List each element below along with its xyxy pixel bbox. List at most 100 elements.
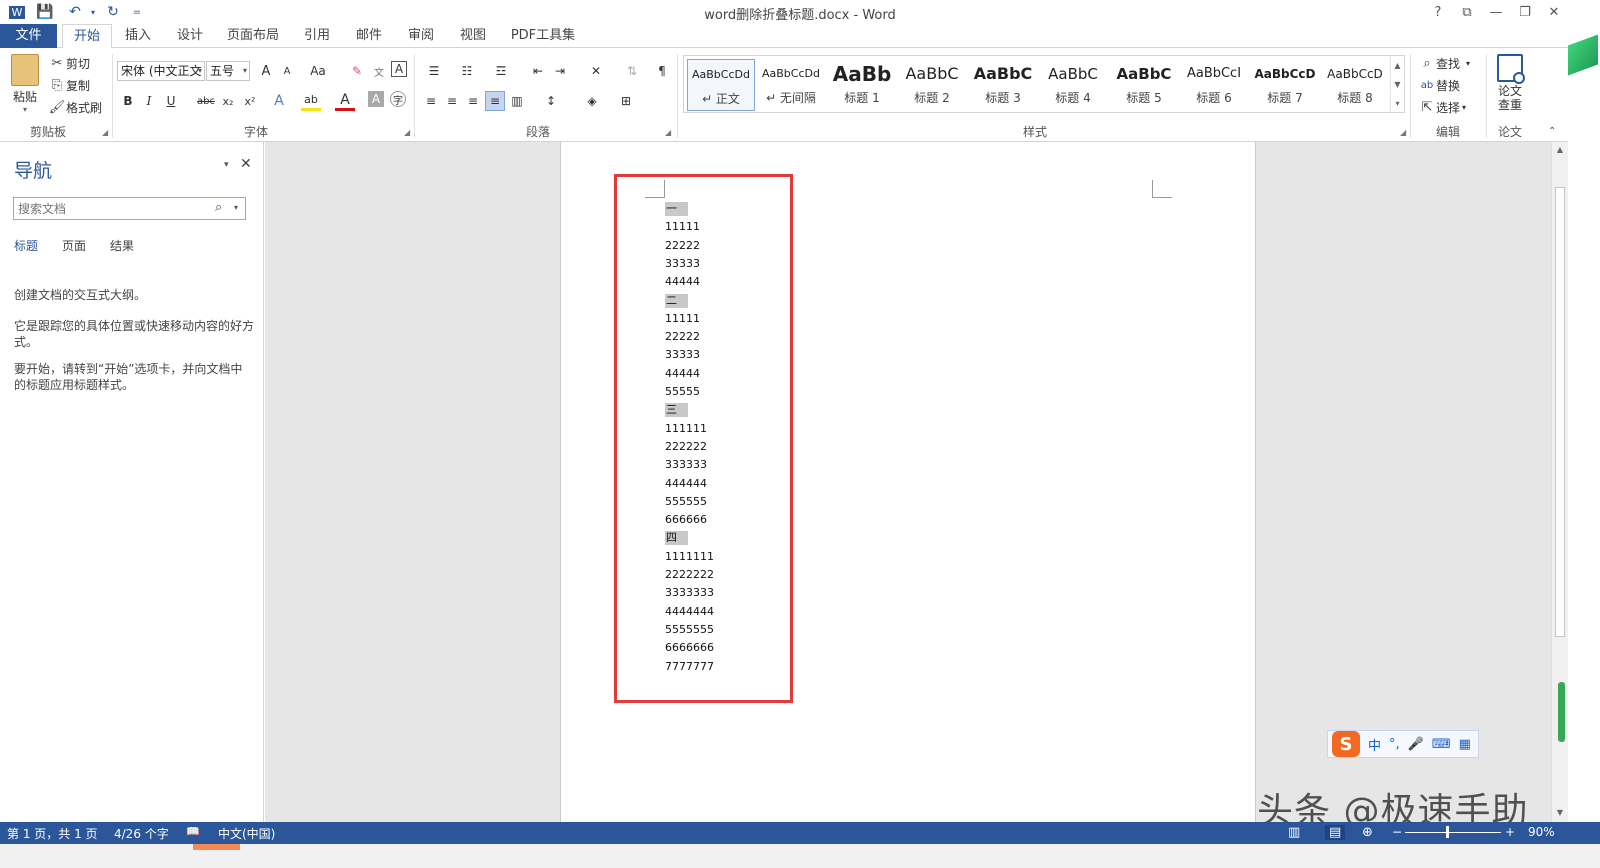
nav-tab-results[interactable]: 结果 [110, 237, 134, 254]
help-button[interactable]: ? [1424, 1, 1452, 23]
borders-button[interactable]: ⊞ [613, 91, 639, 111]
highlight-color-button[interactable]: ab [301, 91, 321, 111]
tab-home[interactable]: 开始 [62, 24, 112, 49]
read-mode-icon[interactable]: ▥ [1288, 825, 1300, 840]
style-heading-6[interactable]: AaBbCcI 标题 6 [1180, 59, 1248, 111]
keyboard-icon[interactable]: ⌨ [1432, 737, 1451, 752]
tab-page-layout[interactable]: 页面布局 [222, 24, 284, 48]
close-button[interactable]: ✕ [1540, 1, 1568, 23]
tab-file[interactable]: 文件 [0, 24, 57, 48]
scroll-up-arrow-icon[interactable]: ▲ [1552, 142, 1568, 158]
search-dropdown-icon[interactable]: ▾ [234, 203, 238, 212]
zoom-level[interactable]: 90% [1528, 825, 1555, 839]
justify-button[interactable]: ≡ [485, 91, 505, 111]
collapse-ribbon-icon[interactable]: ⌃ [1548, 126, 1556, 137]
tab-mailings[interactable]: 邮件 [349, 24, 389, 48]
body-line[interactable]: 4444444 [665, 605, 714, 619]
body-line[interactable]: 33333 [665, 348, 700, 362]
font-size-combo[interactable]: 五号 ▾ [206, 61, 250, 81]
grow-font-button[interactable]: A [256, 61, 276, 81]
copy-button[interactable]: ⎘ 复制 [48, 76, 90, 94]
styles-launcher-icon[interactable]: ◢ [1400, 128, 1406, 137]
style-heading-4[interactable]: AaBbC 标题 4 [1039, 59, 1107, 111]
ime-toolbar[interactable]: S 中 °, 🎤 ⌨ ▦ [1327, 730, 1479, 758]
line-spacing-button[interactable]: ↕ [538, 91, 564, 111]
body-line[interactable]: 444444 [665, 477, 707, 491]
word-count-status[interactable]: 4/26 个字 [114, 825, 169, 842]
bold-button[interactable]: B [118, 91, 138, 111]
search-icon[interactable]: ⌕ [215, 200, 222, 215]
nav-close-icon[interactable]: ✕ [240, 156, 252, 172]
align-left-button[interactable]: ≡ [421, 91, 441, 111]
minimize-button[interactable]: — [1482, 1, 1510, 23]
style-normal[interactable]: AaBbCcDd ↵ 正文 [687, 59, 755, 111]
vertical-scrollbar[interactable]: ▲ ▼ [1551, 142, 1568, 822]
body-line[interactable]: 1111111 [665, 550, 714, 564]
italic-button[interactable]: I [139, 91, 159, 111]
distributed-button[interactable]: ▥ [507, 91, 527, 111]
body-line[interactable]: 333333 [665, 458, 707, 472]
body-line[interactable]: 3333333 [665, 586, 714, 600]
replace-button[interactable]: ab 替换 [1418, 76, 1460, 94]
body-line[interactable]: 555555 [665, 495, 707, 509]
nav-tab-headings[interactable]: 标题 [14, 237, 38, 254]
tab-pdf-tools[interactable]: PDF工具集 [507, 24, 579, 48]
style-heading-7[interactable]: AaBbCcD 标题 7 [1251, 59, 1319, 111]
bullets-button[interactable]: ☰ [421, 61, 447, 81]
enclose-characters-button[interactable]: 字 [390, 91, 406, 107]
style-heading-8[interactable]: AaBbCcD 标题 8 [1321, 59, 1389, 111]
increase-indent-button[interactable]: ⇥ [550, 61, 570, 81]
numbering-button[interactable]: ☷ [454, 61, 480, 81]
gallery-scroll-up-button[interactable]: ▲ [1390, 56, 1404, 74]
body-line[interactable]: 11111 [665, 220, 700, 234]
restore-button[interactable]: ❐ [1511, 1, 1539, 23]
show-hide-marks-button[interactable]: ¶ [652, 61, 672, 81]
body-line[interactable]: 44444 [665, 275, 700, 289]
gallery-more-button[interactable]: ▾ [1390, 94, 1404, 112]
zoom-slider-thumb[interactable] [1446, 826, 1449, 838]
change-case-button[interactable]: Aa [304, 61, 332, 81]
web-layout-icon[interactable]: ⊕ [1362, 825, 1373, 840]
format-painter-button[interactable]: 🖌 格式刷 [48, 98, 102, 116]
tab-insert[interactable]: 插入 [118, 24, 158, 48]
tab-view[interactable]: 视图 [453, 24, 493, 48]
language-status[interactable]: 中文(中国) [218, 825, 275, 842]
character-shading-button[interactable]: A [368, 91, 384, 107]
paragraph-launcher-icon[interactable]: ◢ [665, 128, 671, 137]
grid-menu-icon[interactable]: ▦ [1459, 737, 1471, 752]
decrease-indent-button[interactable]: ⇤ [528, 61, 548, 81]
body-line[interactable]: 7777777 [665, 660, 714, 674]
subscript-button[interactable]: x₂ [218, 91, 238, 111]
tab-review[interactable]: 审阅 [401, 24, 441, 48]
superscript-button[interactable]: x² [240, 91, 260, 111]
body-line[interactable]: 22222 [665, 330, 700, 344]
body-line[interactable]: 222222 [665, 440, 707, 454]
body-line[interactable]: 11111 [665, 312, 700, 326]
ime-punctuation-toggle[interactable]: °, [1389, 737, 1400, 752]
sogou-logo-icon[interactable]: S [1332, 731, 1360, 757]
zoom-slider-track[interactable] [1405, 832, 1501, 833]
tab-references[interactable]: 引用 [297, 24, 337, 48]
heading-line[interactable]: 二 [665, 293, 688, 308]
document-page[interactable]: 一 11111 22222 33333 44444 二 11111 22222 33333 444… [560, 142, 1256, 822]
body-line[interactable]: 33333 [665, 257, 700, 271]
font-name-combo[interactable]: 宋体 (中文正文 ▾ [117, 61, 205, 81]
paper-check-button[interactable]: 论文查重 [1494, 54, 1526, 112]
underline-button[interactable]: U [161, 91, 181, 111]
nav-search-input[interactable] [13, 197, 246, 220]
find-button[interactable]: ⌕ 查找 ▾ [1418, 54, 1470, 72]
body-line[interactable]: 111111 [665, 422, 707, 436]
body-line[interactable]: 2222222 [665, 568, 714, 582]
ime-mode-toggle[interactable]: 中 [1368, 735, 1381, 754]
style-heading-5[interactable]: AaBbC 标题 5 [1110, 59, 1178, 111]
scroll-down-arrow-icon[interactable]: ▼ [1552, 805, 1568, 821]
clear-formatting-button[interactable]: ✎ [347, 61, 367, 81]
nav-tab-pages[interactable]: 页面 [62, 237, 86, 254]
nav-options-dropdown-icon[interactable]: ▾ [224, 160, 229, 170]
clipboard-launcher-icon[interactable]: ◢ [102, 128, 108, 137]
microphone-icon[interactable]: 🎤 [1408, 737, 1424, 752]
shrink-font-button[interactable]: A [277, 61, 297, 81]
tab-design[interactable]: 设计 [170, 24, 210, 48]
body-line[interactable]: 22222 [665, 239, 700, 253]
select-button[interactable]: ⇱ 选择 ▾ [1418, 98, 1466, 116]
